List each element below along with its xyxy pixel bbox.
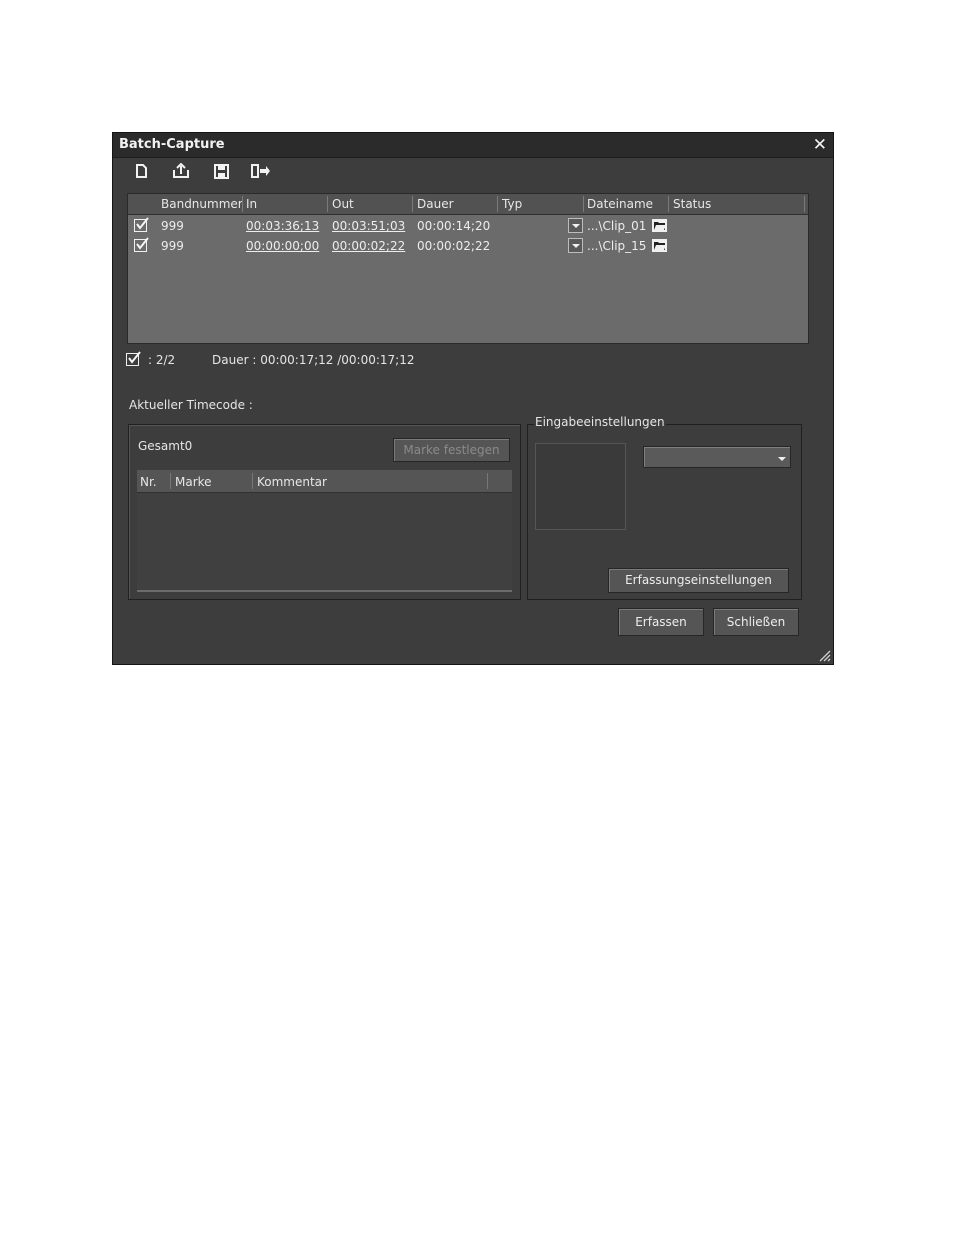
title-bar[interactable]: Batch-Capture ✕ [113,133,833,158]
row-checkbox[interactable] [134,217,149,232]
column-header-nr[interactable]: Nr. [140,475,157,489]
cell-in-timecode[interactable]: 00:03:36;13 [246,219,319,233]
close-button[interactable]: Schließen [713,608,799,636]
cell-dauer: 00:00:14;20 [417,219,491,233]
column-header-bandnummer[interactable]: Bandnummer [161,197,243,211]
export-list-button[interactable] [171,161,191,181]
set-mark-button[interactable]: Marke festlegen [393,438,510,462]
total-duration: Dauer : 00:00:17;12 /00:00:17;12 [212,353,415,367]
checkmark-icon [128,351,141,364]
column-header-status[interactable]: Status [673,197,711,211]
input-device-select[interactable] [643,446,791,468]
resize-grip-icon[interactable] [817,648,831,662]
batch-capture-dialog: Batch-Capture ✕ Bandnummer In Out Dauer … [112,132,834,665]
column-header-in[interactable]: In [246,197,257,211]
checkmark-icon [136,237,149,250]
column-header-dateiname[interactable]: Dateiname [587,197,653,211]
column-separator[interactable] [497,196,498,212]
current-timecode-label: Aktueller Timecode : [129,398,253,412]
marks-table-bottom-edge [137,590,512,592]
window-title: Batch-Capture [119,137,225,152]
input-settings-group: Erfassungseinstellungen [527,424,802,600]
column-separator[interactable] [327,196,328,212]
column-header-out[interactable]: Out [332,197,354,211]
cell-out-timecode[interactable]: 00:00:02;22 [332,239,405,253]
marks-table: Nr. Marke Kommentar [137,470,512,592]
column-separator[interactable] [583,196,584,212]
column-separator[interactable] [242,196,243,212]
input-preview [535,443,626,530]
column-header-dauer[interactable]: Dauer [417,197,454,211]
checkmark-icon [136,217,149,230]
folder-icon[interactable] [652,239,667,252]
save-icon [213,163,229,179]
type-dropdown[interactable] [568,238,583,253]
row-checkbox[interactable] [134,237,149,252]
cell-out-timecode[interactable]: 00:03:51;03 [332,219,405,233]
import-list-button[interactable] [251,161,271,181]
capture-button[interactable]: Erfassen [618,608,704,636]
table-header: Bandnummer In Out Dauer Typ Dateiname St… [128,194,808,215]
save-list-button[interactable] [211,161,231,181]
folder-icon[interactable] [652,219,667,232]
toolbar [131,161,271,183]
column-header-kommentar[interactable]: Kommentar [257,475,327,489]
import-list-icon [251,164,270,178]
cell-in-timecode[interactable]: 00:00:00;00 [246,239,319,253]
column-header-typ[interactable]: Typ [502,197,522,211]
cell-dateiname: ...\Clip_15 [587,239,647,253]
input-settings-legend: Eingabeeinstellungen [534,415,666,429]
new-document-icon [136,164,147,178]
cell-bandnummer: 999 [161,219,184,233]
cell-bandnummer: 999 [161,239,184,253]
select-all-checkbox[interactable] [126,351,141,366]
batch-list-table: Bandnummer In Out Dauer Typ Dateiname St… [127,193,809,344]
column-separator[interactable] [668,196,669,212]
column-separator[interactable] [170,473,171,489]
close-icon[interactable]: ✕ [813,135,827,155]
marks-panel: Gesamt0 Marke festlegen Nr. Marke Kommen… [128,424,521,600]
cell-dauer: 00:00:02;22 [417,239,491,253]
selected-count: : 2/2 [148,353,176,367]
column-separator[interactable] [804,196,805,212]
capture-settings-button[interactable]: Erfassungseinstellungen [608,568,789,593]
export-icon [173,163,189,178]
type-dropdown[interactable] [568,218,583,233]
new-list-button[interactable] [131,161,151,181]
marks-total: Gesamt0 [138,439,193,453]
column-separator[interactable] [487,473,488,489]
table-row[interactable]: 999 00:03:36;13 00:03:51;03 00:00:14;20 … [128,216,808,236]
column-separator[interactable] [412,196,413,212]
column-separator[interactable] [252,473,253,489]
marks-table-header: Nr. Marke Kommentar [137,470,512,493]
cell-dateiname: ...\Clip_01 [587,219,647,233]
column-header-marke[interactable]: Marke [175,475,212,489]
table-row[interactable]: 999 00:00:00;00 00:00:02;22 00:00:02;22 … [128,236,808,256]
